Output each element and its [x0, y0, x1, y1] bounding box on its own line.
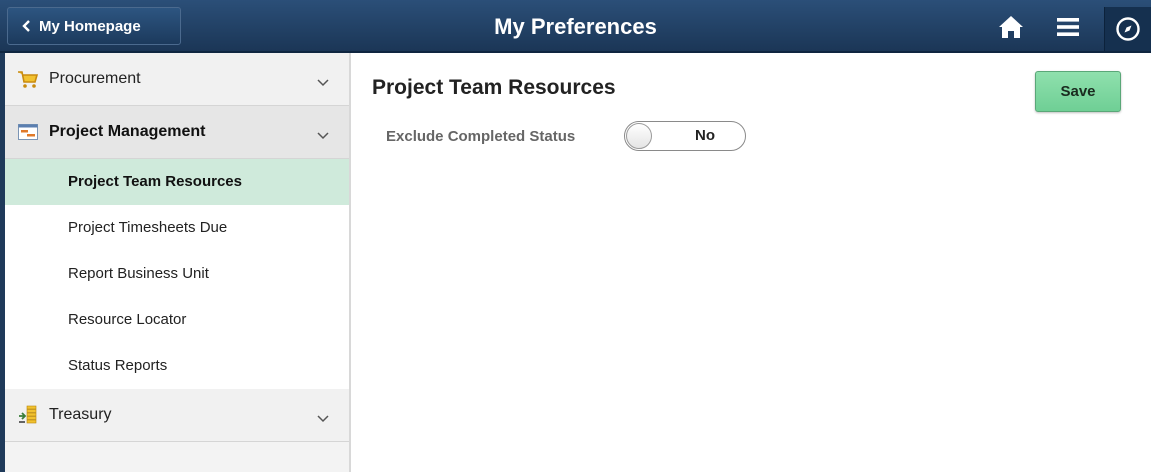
- sidebar-group-treasury[interactable]: Treasury: [5, 389, 349, 442]
- sidebar-group-label: Procurement: [49, 70, 141, 87]
- save-button[interactable]: Save: [1035, 71, 1121, 112]
- my-homepage-label: My Homepage: [39, 17, 141, 35]
- project-gantt-icon: [17, 122, 39, 142]
- sidebar-item-project-team-resources[interactable]: Project Team Resources: [5, 159, 349, 205]
- navbar-compass-icon[interactable]: [1104, 7, 1151, 51]
- sidebar-group-project-management[interactable]: Project Management: [5, 106, 349, 159]
- sidebar-group-procurement[interactable]: Procurement: [5, 53, 349, 106]
- sidebar-item-status-reports[interactable]: Status Reports: [5, 343, 349, 389]
- chevron-down-icon[interactable]: [317, 410, 329, 428]
- toggle-knob[interactable]: [626, 123, 652, 149]
- sidebar-item-resource-locator[interactable]: Resource Locator: [5, 297, 349, 343]
- chevron-down-icon[interactable]: [317, 127, 329, 145]
- sidebar-item-report-business-unit[interactable]: Report Business Unit: [5, 251, 349, 297]
- treasury-coins-icon: [17, 405, 39, 425]
- my-homepage-button[interactable]: My Homepage: [7, 7, 181, 45]
- shopping-cart-icon: [17, 69, 39, 89]
- header-bar: My Homepage My Preferences: [0, 0, 1151, 53]
- exclude-completed-status-label: Exclude Completed Status: [386, 128, 576, 145]
- content-title: Project Team Resources: [372, 76, 616, 99]
- chevron-left-icon: [22, 20, 31, 32]
- chevron-down-icon[interactable]: [317, 74, 329, 92]
- home-icon[interactable]: [996, 12, 1026, 42]
- sidebar-group-label: Treasury: [49, 406, 112, 423]
- sidebar: Procurement Project Management Project T…: [5, 53, 351, 472]
- toggle-value: No: [695, 127, 715, 144]
- menu-icon[interactable]: [1053, 12, 1083, 42]
- sidebar-group-label: Project Management: [49, 123, 206, 140]
- exclude-completed-status-toggle[interactable]: No: [624, 121, 746, 151]
- sidebar-item-project-timesheets-due[interactable]: Project Timesheets Due: [5, 205, 349, 251]
